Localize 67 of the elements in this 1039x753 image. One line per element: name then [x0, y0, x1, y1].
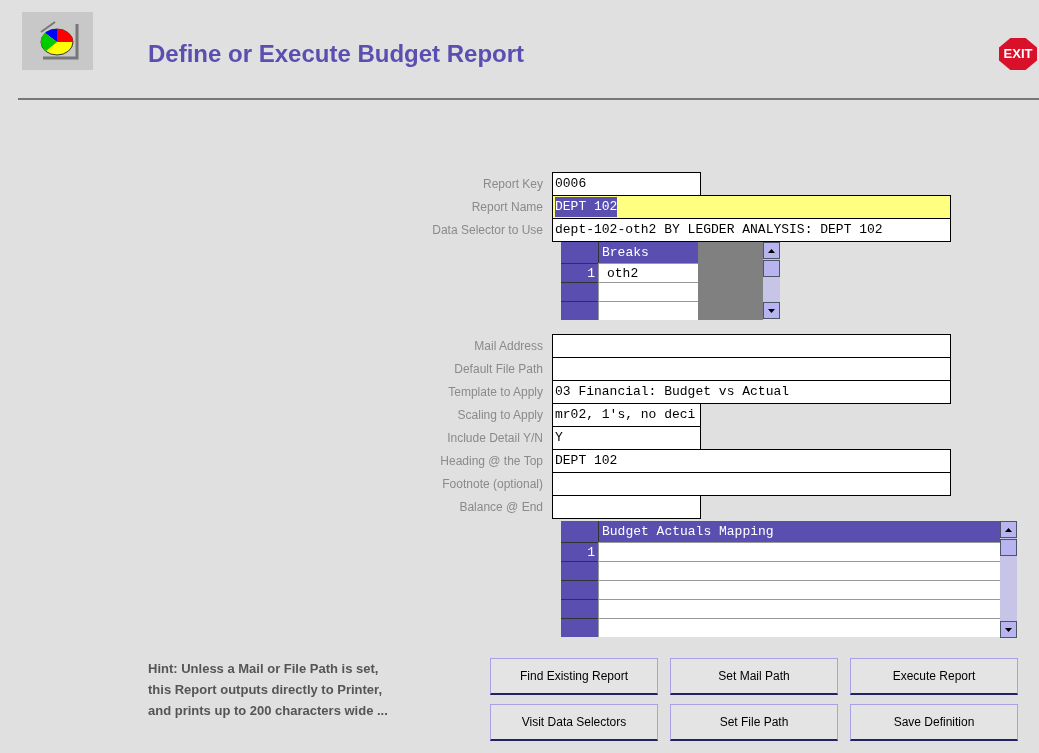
grid-cell[interactable]: [598, 282, 698, 301]
report-icon: [22, 12, 93, 70]
action-button[interactable]: Execute Report: [850, 658, 1018, 695]
scroll-thumb[interactable]: [763, 260, 780, 277]
grid-cell[interactable]: [598, 580, 1000, 599]
scrollbar[interactable]: [763, 242, 780, 319]
input-field[interactable]: [552, 334, 951, 358]
field-label: Include Detail Y/N: [446, 429, 544, 447]
grid-cell[interactable]: [598, 618, 1000, 637]
row-number: [561, 282, 598, 301]
field-label: Report Key: [481, 175, 544, 193]
field-value: DEPT 102: [555, 197, 618, 217]
input-field[interactable]: 0006: [552, 172, 701, 196]
hint-text: Hint: Unless a Mail or File Path is set, this Report outputs directly to Printer, and prints up to 200 characters wide ...: [148, 660, 388, 720]
field-label: Report Name: [470, 198, 544, 216]
exit-button[interactable]: EXIT: [999, 38, 1037, 70]
grid-cell[interactable]: [598, 561, 1000, 580]
scroll-up-icon: [1005, 527, 1012, 532]
field-label: Template to Apply: [447, 383, 544, 401]
grid-cell[interactable]: [598, 301, 698, 320]
input-field[interactable]: 03 Financial: Budget vs Actual: [552, 380, 951, 404]
field-label: Data Selector to Use: [431, 221, 544, 239]
field-value: Y: [555, 429, 563, 448]
input-field[interactable]: [552, 472, 951, 496]
field-value: dept-102-oth2 BY LEGDER ANALYSIS: DEPT 102: [555, 221, 883, 240]
row-number: 1: [561, 263, 598, 282]
scroll-down-icon: [1005, 627, 1012, 632]
field-label: Mail Address: [473, 337, 544, 355]
field-value: 03 Financial: Budget vs Actual: [555, 383, 790, 402]
field-value: mr02, 1's, no deci: [555, 406, 696, 425]
scroll-thumb[interactable]: [1000, 539, 1017, 556]
field-label: Default File Path: [453, 360, 544, 378]
input-field[interactable]: [552, 357, 951, 381]
input-field[interactable]: Y: [552, 426, 701, 450]
input-field[interactable]: DEPT 102: [552, 449, 951, 473]
field-value: 0006: [555, 175, 587, 194]
action-button[interactable]: Set File Path: [670, 704, 838, 741]
grid-cell[interactable]: [598, 542, 1000, 561]
page-title: Define or Execute Budget Report: [148, 39, 525, 69]
field-value: DEPT 102: [555, 452, 618, 471]
action-button[interactable]: Visit Data Selectors: [490, 704, 658, 741]
action-button[interactable]: Save Definition: [850, 704, 1018, 741]
input-field[interactable]: [552, 495, 701, 519]
field-label: Heading @ the Top: [439, 452, 544, 470]
row-number: [561, 561, 598, 580]
field-label: Scaling to Apply: [456, 406, 544, 424]
row-number: 1: [561, 542, 598, 561]
input-field[interactable]: DEPT 102: [552, 195, 951, 219]
action-button[interactable]: Set Mail Path: [670, 658, 838, 695]
field-label: Footnote (optional): [441, 475, 544, 493]
row-number: [561, 580, 598, 599]
row-number: [561, 301, 598, 320]
grid-corner: [561, 242, 598, 263]
input-field[interactable]: mr02, 1's, no deci: [552, 403, 701, 427]
grid-header: Budget Actuals Mapping: [598, 521, 1000, 542]
grid-header: Breaks: [598, 242, 698, 263]
row-number: [561, 618, 598, 637]
scrollbar[interactable]: [1000, 521, 1017, 638]
grid-cell[interactable]: [598, 599, 1000, 618]
action-button[interactable]: Find Existing Report: [490, 658, 658, 695]
scroll-down-icon: [768, 308, 775, 313]
row-number: [561, 599, 598, 618]
scroll-up-icon: [768, 248, 775, 253]
field-label: Balance @ End: [458, 498, 544, 516]
grid-cell[interactable]: oth2: [598, 263, 698, 282]
input-field[interactable]: dept-102-oth2 BY LEGDER ANALYSIS: DEPT 102: [552, 218, 951, 242]
grid-corner: [561, 521, 598, 542]
